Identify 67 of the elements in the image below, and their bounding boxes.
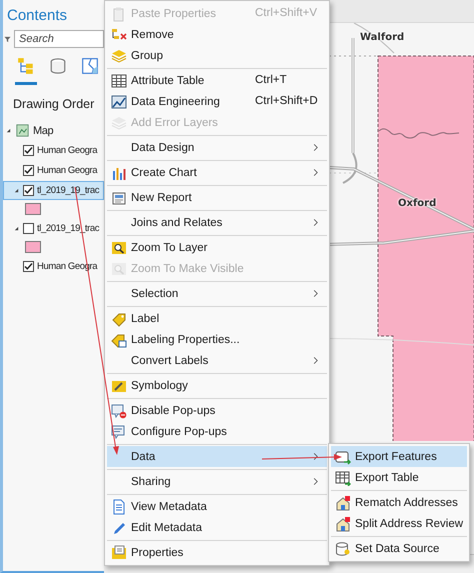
menu-item[interactable]: Selection <box>107 283 327 304</box>
table-icon <box>335 470 351 486</box>
document-icon <box>111 498 127 514</box>
menu-item[interactable]: Data Design <box>107 137 327 158</box>
map-icon <box>81 57 99 75</box>
database-icon <box>49 57 67 75</box>
menu-item[interactable]: New Report <box>107 187 327 208</box>
menu-item[interactable]: Labeling Properties... <box>107 329 327 350</box>
menu-item[interactable]: Create Chart <box>107 162 327 183</box>
checkbox[interactable] <box>23 223 34 234</box>
menu-item[interactable]: Split Address Review <box>331 513 467 534</box>
magnifier-icon <box>111 260 127 276</box>
menu-item[interactable]: Joins and Relates <box>107 212 327 233</box>
menu-item[interactable]: Edit Metadata <box>107 517 327 538</box>
menu-item[interactable]: Zoom To Layer <box>107 237 327 258</box>
menu-item[interactable]: Sharing <box>107 471 327 492</box>
shortcut-label: Ctrl+Shift+D <box>255 95 318 107</box>
menu-item[interactable]: Disable Pop-ups <box>107 400 327 421</box>
menu-item[interactable]: Rematch Addresses <box>331 492 467 513</box>
checkbox[interactable] <box>23 145 34 156</box>
symbol-swatch <box>25 241 41 253</box>
menu-item[interactable]: Set Data Source <box>331 538 467 559</box>
menu-item[interactable]: Convert Labels <box>107 350 327 371</box>
menu-item[interactable]: Data <box>107 446 327 467</box>
menu-item[interactable]: View Metadata <box>107 496 327 517</box>
menu-item[interactable]: Configure Pop-ups <box>107 421 327 442</box>
tag-icon <box>111 332 127 348</box>
menu-item[interactable]: Data Engineering Ctrl+Shift+D <box>107 91 327 112</box>
search-field[interactable]: Search <box>14 30 104 48</box>
tree-item[interactable]: Human Geogra <box>3 141 104 160</box>
map-label: Oxford <box>398 198 436 209</box>
tag-icon <box>111 310 127 326</box>
checkbox[interactable] <box>23 261 34 272</box>
menu-item[interactable]: Attribute Table Ctrl+T <box>107 70 327 91</box>
menu-item[interactable]: Export Features <box>331 446 467 467</box>
menu-item[interactable]: Group <box>107 45 327 66</box>
shortcut-label: Ctrl+Shift+V <box>255 7 317 19</box>
layers-icon <box>111 48 127 64</box>
checkbox[interactable] <box>23 165 34 176</box>
popup-icon <box>111 424 127 440</box>
map-icon <box>16 124 29 137</box>
shortcut-label: Ctrl+T <box>255 74 287 86</box>
chart-table-icon <box>111 94 127 110</box>
tree-item[interactable]: Map <box>3 121 104 140</box>
menu-item[interactable]: Symbology <box>107 375 327 396</box>
menu-item[interactable]: Properties <box>107 542 327 563</box>
card-icon <box>111 544 127 560</box>
menu-item[interactable]: Remove <box>107 24 327 45</box>
tree-item[interactable]: Human Geogra <box>3 161 104 180</box>
document-icon <box>111 190 127 206</box>
menu-item[interactable]: Label <box>107 308 327 329</box>
symbol-swatch <box>25 203 41 215</box>
list-tree-icon <box>17 57 35 75</box>
house-icon <box>335 516 351 532</box>
checkbox[interactable] <box>23 185 34 196</box>
layers-icon <box>111 114 127 130</box>
database-icon <box>335 540 351 556</box>
view-tab[interactable] <box>15 55 37 85</box>
map-label: Walford <box>360 32 404 43</box>
table-icon <box>111 72 127 88</box>
popup-icon <box>111 402 127 418</box>
layer-remove-icon <box>111 26 127 42</box>
house-icon <box>335 494 351 510</box>
section-heading: Drawing Order <box>13 97 94 111</box>
menu-item[interactable]: Export Table <box>331 467 467 488</box>
pane-title: Contents <box>7 7 68 24</box>
magnifier-icon <box>111 240 127 256</box>
